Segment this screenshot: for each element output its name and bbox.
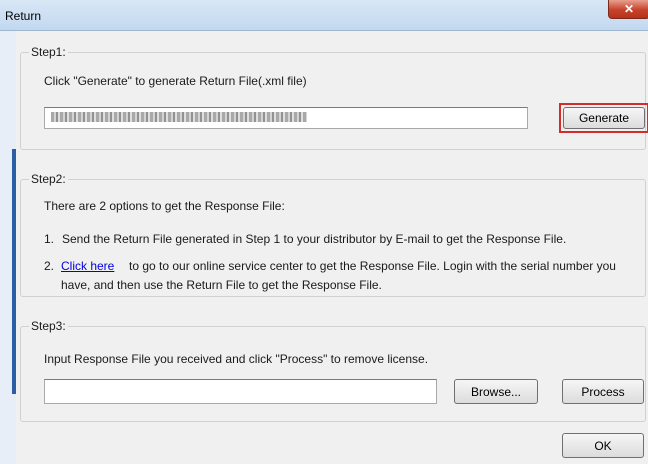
step2-legend: Step2: — [31, 172, 66, 186]
generate-button[interactable]: Generate — [563, 107, 645, 129]
step3-legend: Step3: — [31, 319, 66, 333]
option2-text-line2: have, and then use the Return File to ge… — [61, 278, 382, 292]
left-window-strip — [0, 31, 16, 464]
step3-instruction: Input Response File you received and cli… — [44, 352, 429, 366]
step1-group: Step1: — [20, 45, 646, 150]
step3-group: Step3: — [20, 319, 646, 422]
dialog-body: Step1: Click "Generate" to generate Retu… — [16, 31, 648, 464]
response-file-field[interactable] — [44, 379, 437, 404]
option1-number: 1. — [44, 232, 55, 246]
browse-button[interactable]: Browse... — [454, 379, 538, 404]
ok-button[interactable]: OK — [562, 433, 644, 458]
close-button[interactable]: ✕ — [608, 0, 648, 19]
option2-number: 2. — [44, 259, 55, 273]
option1-text: Send the Return File generated in Step 1… — [62, 232, 567, 246]
close-icon: ✕ — [623, 2, 635, 16]
window-title: Return — [5, 9, 42, 23]
step1-legend: Step1: — [31, 45, 66, 59]
title-bar: Return ✕ — [0, 0, 648, 31]
step1-instruction: Click "Generate" to generate Return File… — [44, 74, 307, 88]
option2-text-line1: to go to our online service center to ge… — [129, 259, 616, 273]
click-here-link[interactable]: Click here — [61, 259, 114, 273]
return-code-field[interactable] — [44, 107, 528, 129]
process-button[interactable]: Process — [562, 379, 644, 404]
response-file-input[interactable] — [45, 380, 436, 403]
step2-intro: There are 2 options to get the Response … — [44, 199, 285, 213]
obscured-return-code — [51, 112, 307, 122]
